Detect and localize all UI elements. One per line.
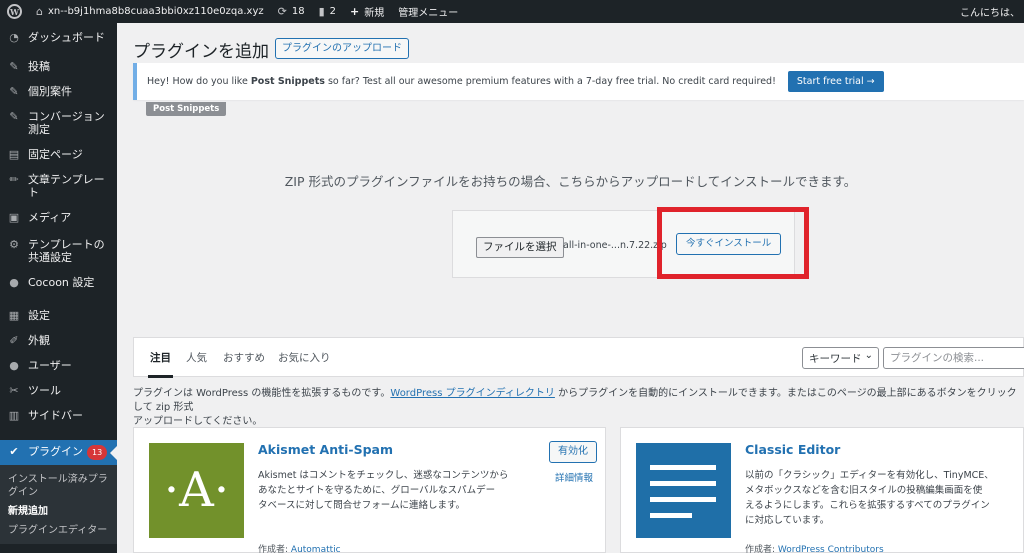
sidebar-item-cocoon[interactable]: ● Cocoon 設定 (0, 276, 117, 309)
plugin-help-text: プラグインは WordPress の機能性を拡張するものです。WordPress… (133, 388, 1017, 427)
author-link[interactable]: WordPress Contributors (778, 545, 884, 553)
plugin-icon: ✔ (9, 445, 19, 458)
pencil-icon: ✏ (9, 173, 19, 186)
notice-text: Hey! How do you like Post Snippets so fa… (147, 76, 776, 87)
plugin-card-classic-editor: Classic Editor 以前の「クラシック」エディターを有効化し、Tiny… (620, 427, 1024, 553)
pin-icon: ✎ (9, 85, 19, 98)
admin-sidebar: ◔ ダッシュボード ✎ 投稿 ✎ 個別案件 ✎ コンバージョン測定 ▤ 固定ページ ✏ 文章… (0, 23, 117, 553)
sidebar-item-media[interactable]: ▣ メディア (0, 211, 117, 238)
tab-recommended[interactable]: おすすめ (223, 350, 265, 365)
sidebar-item-sidebar[interactable]: ▥ サイドバー (0, 409, 117, 437)
admin-menu-link[interactable]: 管理メニュー (391, 0, 465, 23)
akismet-logo[interactable]: ·A· (149, 443, 244, 538)
plugin-updates-badge: 13 (87, 445, 108, 460)
sidebar-item-plugins-label: プラグイン (28, 445, 83, 458)
more-details-link[interactable]: 詳細情報 (555, 470, 593, 484)
sidebar-item-appearance[interactable]: ✐ 外観 (0, 334, 117, 359)
site-name-link[interactable]: ⌂ xn--b9j1hma8b8cuaa3bbi0xz110e0zqa.xyz (29, 0, 271, 23)
plugin-description: 以前の「クラシック」エディターを有効化し、TinyMCE、 メタボックスなどを含… (745, 470, 994, 526)
gear-icon: ⚙ (9, 238, 19, 251)
plugin-card-akismet: ·A· Akismet Anti-Spam Akismet はコメントをチェック… (133, 427, 606, 553)
my-account-link[interactable]: こんにちは、 (953, 0, 1024, 23)
refresh-icon: ⟳ (277, 5, 287, 18)
submenu-installed-plugins[interactable]: インストール済みプラグイン (0, 470, 117, 502)
search-type-select[interactable]: キーワード ⌄ (802, 347, 879, 369)
plugins-submenu: インストール済みプラグイン 新規追加 プラグインエディター (0, 465, 117, 544)
sidebar-item-posts[interactable]: ✎ 投稿 (0, 60, 117, 85)
sidebar-item-template-settings[interactable]: ⚙ テンプレートの共通設定 (0, 238, 117, 276)
plugin-title[interactable]: Classic Editor (745, 442, 840, 457)
sidebar-icon: ▥ (8, 409, 20, 422)
sidebar-item-users[interactable]: ● ユーザー (0, 359, 117, 384)
brush-icon: ✐ (9, 334, 19, 347)
sidebar-item-cases[interactable]: ✎ 個別案件 (0, 85, 117, 110)
plugin-description: Akismet はコメントをチェックし、迷惑なコンテンツから あなたとサイトを守… (258, 470, 509, 511)
author-link[interactable]: Automattic (291, 545, 341, 553)
selected-file-name: all-in-one-...n.7.22.zip (563, 240, 667, 251)
sidebar-item-templates[interactable]: ✏ 文章テンプレート (0, 173, 117, 211)
upload-plugin-button[interactable]: プラグインのアップロード (275, 38, 409, 59)
submenu-plugin-editor[interactable]: プラグインエディター (0, 521, 117, 540)
media-icon: ▣ (8, 211, 20, 224)
plugin-author: 作成者: WordPress Contributors (745, 545, 884, 553)
classic-editor-logo[interactable] (636, 443, 731, 538)
wordpress-icon: W (7, 4, 22, 19)
circle-icon: ● (9, 276, 19, 289)
post-snippets-tag: Post Snippets (146, 102, 227, 116)
sidebar-item-plugins[interactable]: ✔ プラグイン 13 (0, 440, 117, 465)
start-trial-button[interactable]: Start free trial → (787, 71, 884, 92)
page-icon: ▤ (8, 148, 20, 161)
choose-file-button[interactable]: ファイルを選択 (476, 237, 564, 258)
tab-favorites[interactable]: お気に入り (278, 350, 331, 365)
dashboard-icon: ◔ (9, 31, 19, 44)
plugin-search-input[interactable] (883, 347, 1024, 369)
tab-featured[interactable]: 注目 (148, 350, 173, 378)
sidebar-item-conversion[interactable]: ✎ コンバージョン測定 (0, 110, 117, 148)
sidebar-item-pages[interactable]: ▤ 固定ページ (0, 148, 117, 173)
main-content: プラグインを追加 プラグインのアップロード Hey! How do you li… (117, 23, 1024, 553)
comments-link[interactable]: ▮ 2 (312, 0, 343, 23)
home-icon: ⌂ (36, 5, 43, 18)
wordpress-logo-menu[interactable]: W (0, 0, 29, 23)
wrench-icon: ✂ (9, 384, 19, 397)
updates-link[interactable]: ⟳ 18 (271, 0, 312, 23)
sidebar-item-dashboard[interactable]: ◔ ダッシュボード (0, 31, 117, 60)
plugin-directory-link[interactable]: WordPress プラグインディレクトリ (390, 388, 555, 399)
settings-icon: ▦ (8, 309, 20, 322)
sidebar-item-settings[interactable]: ▦ 設定 (0, 309, 117, 334)
admin-bar: W ⌂ xn--b9j1hma8b8cuaa3bbi0xz110e0zqa.xyz… (0, 0, 1024, 23)
chevron-down-icon: ⌄ (864, 350, 873, 361)
plugin-author: 作成者: Automattic (258, 545, 341, 553)
upload-description: ZIP 形式のプラグインファイルをお持ちの場合、こちらからアップロードしてインス… (284, 174, 857, 189)
pin-icon: ✎ (9, 110, 19, 123)
trial-notice: Hey! How do you like Post Snippets so fa… (133, 63, 1024, 100)
new-content-link[interactable]: + 新規 (343, 0, 391, 23)
arrow-right-icon: → (866, 76, 875, 87)
tab-popular[interactable]: 人気 (186, 350, 207, 365)
comment-icon: ▮ (318, 5, 325, 18)
highlight-box (657, 207, 809, 279)
plugin-title[interactable]: Akismet Anti-Spam (258, 442, 393, 457)
plus-icon: + (350, 5, 360, 18)
pin-icon: ✎ (9, 60, 19, 73)
submenu-add-new[interactable]: 新規追加 (0, 502, 117, 521)
page-title: プラグインを追加 (133, 42, 269, 62)
sidebar-item-tools[interactable]: ✂ ツール (0, 384, 117, 409)
plugin-filter-bar: 注目 人気 おすすめ お気に入り キーワード ⌄ (133, 337, 1024, 378)
user-icon: ● (9, 359, 19, 372)
activate-button[interactable]: 有効化 (549, 441, 597, 463)
